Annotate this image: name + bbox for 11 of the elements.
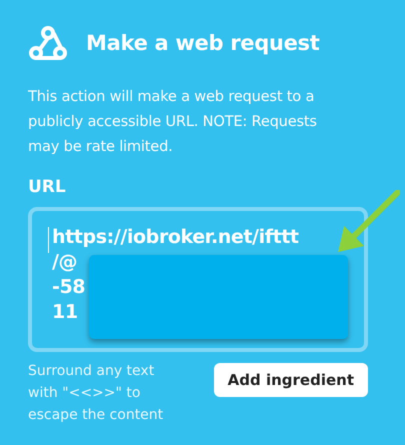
description-text: This action will make a web request to a publicly accessible URL. NOTE: Requests may be rate limited. bbox=[28, 87, 318, 157]
field-label: URL bbox=[28, 177, 67, 197]
url-text-line: https://iobroker.net/ifttt bbox=[52, 225, 299, 250]
url-text-line: /@ bbox=[52, 250, 78, 275]
hint-text: Surround any text with "<<>>" to escape the content bbox=[28, 362, 164, 425]
url-text-line: 11 bbox=[52, 300, 78, 325]
webhook-icon bbox=[28, 24, 68, 62]
page-title: Make a web request bbox=[86, 31, 320, 55]
text-cursor bbox=[48, 227, 49, 253]
url-text-line: -58 bbox=[52, 275, 86, 300]
add-ingredient-button[interactable]: Add ingredient bbox=[214, 363, 368, 397]
